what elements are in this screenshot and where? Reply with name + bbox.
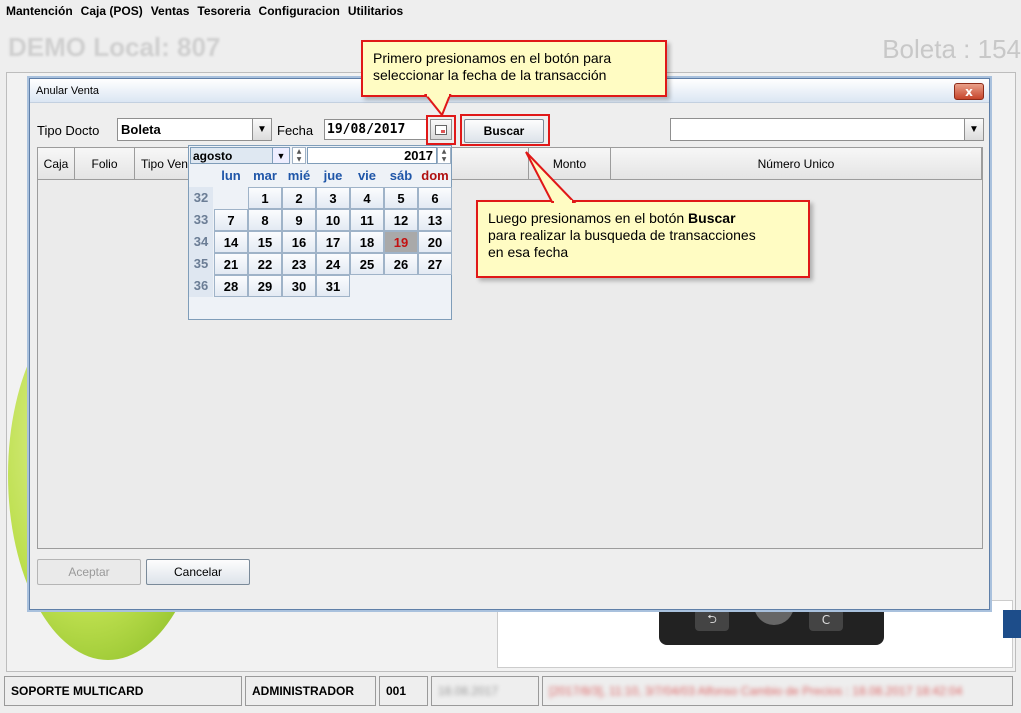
status-company: SOPORTE MULTICARD [4, 676, 242, 706]
callout-text: seleccionar la fecha de la transacción [373, 67, 607, 83]
year-field[interactable]: 2017 [307, 147, 437, 164]
menu-configuracion[interactable]: Configuracion [255, 4, 344, 18]
anular-venta-dialog: Anular Venta x Tipo Docto Boleta ▼ Fecha… [29, 78, 990, 610]
calendar-day[interactable]: 29 [248, 275, 282, 297]
chevron-down-icon[interactable]: ▼ [252, 119, 271, 140]
week-number: 36 [189, 275, 213, 297]
callout-pointer [423, 93, 452, 117]
menu-caja-pos[interactable]: Caja (POS) [77, 4, 147, 18]
status-date: 18.08.2017 [431, 676, 539, 706]
calendar-day[interactable]: 23 [282, 253, 316, 275]
aceptar-button[interactable]: Aceptar [37, 559, 141, 585]
column-header-caja[interactable]: Caja [38, 148, 75, 180]
local-title: DEMO Local: 807 [8, 32, 221, 62]
menu-tesoreria[interactable]: Tesoreria [193, 4, 254, 18]
status-bar: SOPORTE MULTICARD ADMINISTRADOR 001 18.0… [0, 676, 1021, 706]
day-header-jue: jue [323, 168, 343, 183]
callout-calendar-instruction: Primero presionamos en el botón para sel… [361, 40, 667, 97]
status-message: [2017/8/3], 11:10, 3/7/04/03 Alfonso Cam… [542, 676, 1013, 706]
day-header-mie: mié [287, 168, 311, 183]
calendar-day[interactable]: 30 [282, 275, 316, 297]
calendar-day[interactable]: 2 [282, 187, 316, 209]
background-blue-widget [1003, 610, 1021, 638]
menu-mantencion[interactable]: Mantención [2, 4, 77, 18]
calendar-day[interactable]: 22 [248, 253, 282, 275]
tipo-docto-label: Tipo Docto [37, 123, 100, 138]
calendar-day[interactable]: 7 [214, 209, 248, 231]
calendar-day[interactable]: 20 [418, 231, 452, 253]
status-message-text: [2017/8/3], 11:10, 3/7/04/03 Alfonso Cam… [549, 684, 963, 698]
week-number: 33 [189, 209, 213, 231]
menu-bar: Mantención Caja (POS) Ventas Tesoreria C… [0, 0, 1021, 22]
callout-text-part: Luego presionamos en el botón [488, 210, 689, 226]
calendar-day[interactable]: 6 [418, 187, 452, 209]
week-number: 32 [189, 187, 213, 209]
calendar-day[interactable]: 9 [282, 209, 316, 231]
column-header-folio[interactable]: Folio [75, 148, 135, 180]
tipo-docto-select[interactable]: Boleta ▼ [117, 118, 272, 141]
cancelar-button[interactable]: Cancelar [146, 559, 250, 585]
device-clear-icon: C [809, 609, 843, 631]
callout-text: Primero presionamos en el botón para [373, 50, 612, 66]
close-button[interactable]: x [954, 83, 984, 100]
calendar-day[interactable]: 21 [214, 253, 248, 275]
month-select[interactable]: agosto ▼ [190, 147, 290, 164]
callout-text: en esa fecha [488, 244, 569, 260]
status-user: ADMINISTRADOR [245, 676, 376, 706]
callout-pointer [525, 151, 577, 204]
status-date-text: 18.08.2017 [438, 684, 499, 698]
callout-text: Luego presionamos en el botón Buscar [488, 210, 798, 227]
menu-ventas[interactable]: Ventas [147, 4, 194, 18]
calendar-day[interactable]: 5 [384, 187, 418, 209]
fecha-input[interactable]: 19/08/2017 [324, 119, 428, 140]
buscar-button-highlight [460, 114, 550, 146]
calendar-day[interactable]: 8 [248, 209, 282, 231]
week-number: 34 [189, 231, 213, 253]
calendar-day[interactable]: 26 [384, 253, 418, 275]
calendar-day[interactable]: 16 [282, 231, 316, 253]
week-number: 35 [189, 253, 213, 275]
date-picker-popup: agosto ▼ ▲ ▼ 2017 ▲ ▼ lun mar mié jue vie … [188, 145, 452, 320]
day-header-sab: sáb [389, 168, 413, 183]
callout-text-bold: Buscar [688, 210, 736, 226]
calendar-day[interactable]: 14 [214, 231, 248, 253]
chevron-down-icon[interactable]: ▼ [964, 119, 983, 140]
day-header-dom: dom [421, 168, 449, 183]
tipo-docto-value: Boleta [121, 122, 161, 137]
calendar-day[interactable]: 13 [418, 209, 452, 231]
calendar-day[interactable]: 31 [316, 275, 350, 297]
calendar-day[interactable]: 3 [316, 187, 350, 209]
month-spinner[interactable]: ▲ ▼ [292, 147, 306, 164]
calendar-day[interactable]: 25 [350, 253, 384, 275]
calendar-day-selected[interactable]: 19 [384, 231, 418, 253]
calendar-day[interactable]: 15 [248, 231, 282, 253]
year-spinner[interactable]: ▲ ▼ [437, 147, 451, 164]
menu-utilitarios[interactable]: Utilitarios [344, 4, 407, 18]
calendar-day[interactable]: 11 [350, 209, 384, 231]
calendar-day[interactable]: 12 [384, 209, 418, 231]
calendar-button-highlight [426, 115, 456, 145]
document-title: Boleta : 154 [882, 34, 1021, 64]
device-back-icon: ⮌ [695, 609, 729, 631]
callout-buscar-instruction: Luego presionamos en el botón Buscar par… [476, 200, 810, 278]
column-header-numero-unico[interactable]: Número Unico [611, 148, 982, 180]
calendar-day[interactable]: 18 [350, 231, 384, 253]
calendar-day[interactable]: 17 [316, 231, 350, 253]
month-value: agosto [193, 148, 233, 163]
table-header: Caja Folio Tipo Ven Monto Número Unico [38, 148, 982, 180]
day-header-vie: vie [357, 168, 377, 183]
chevron-down-icon[interactable]: ▼ [272, 148, 289, 163]
callout-text: para realizar la busqueda de transaccion… [488, 227, 756, 243]
right-select[interactable]: ▼ [670, 118, 984, 141]
day-header-mar: mar [253, 168, 277, 183]
calendar-day[interactable]: 27 [418, 253, 452, 275]
calendar-day[interactable]: 10 [316, 209, 350, 231]
calendar-day[interactable]: 24 [316, 253, 350, 275]
status-terminal: 001 [379, 676, 428, 706]
fecha-label: Fecha [277, 123, 314, 138]
calendar-day[interactable]: 1 [248, 187, 282, 209]
calendar-day[interactable]: 4 [350, 187, 384, 209]
day-header-lun: lun [221, 168, 241, 183]
calendar-day[interactable]: 28 [214, 275, 248, 297]
